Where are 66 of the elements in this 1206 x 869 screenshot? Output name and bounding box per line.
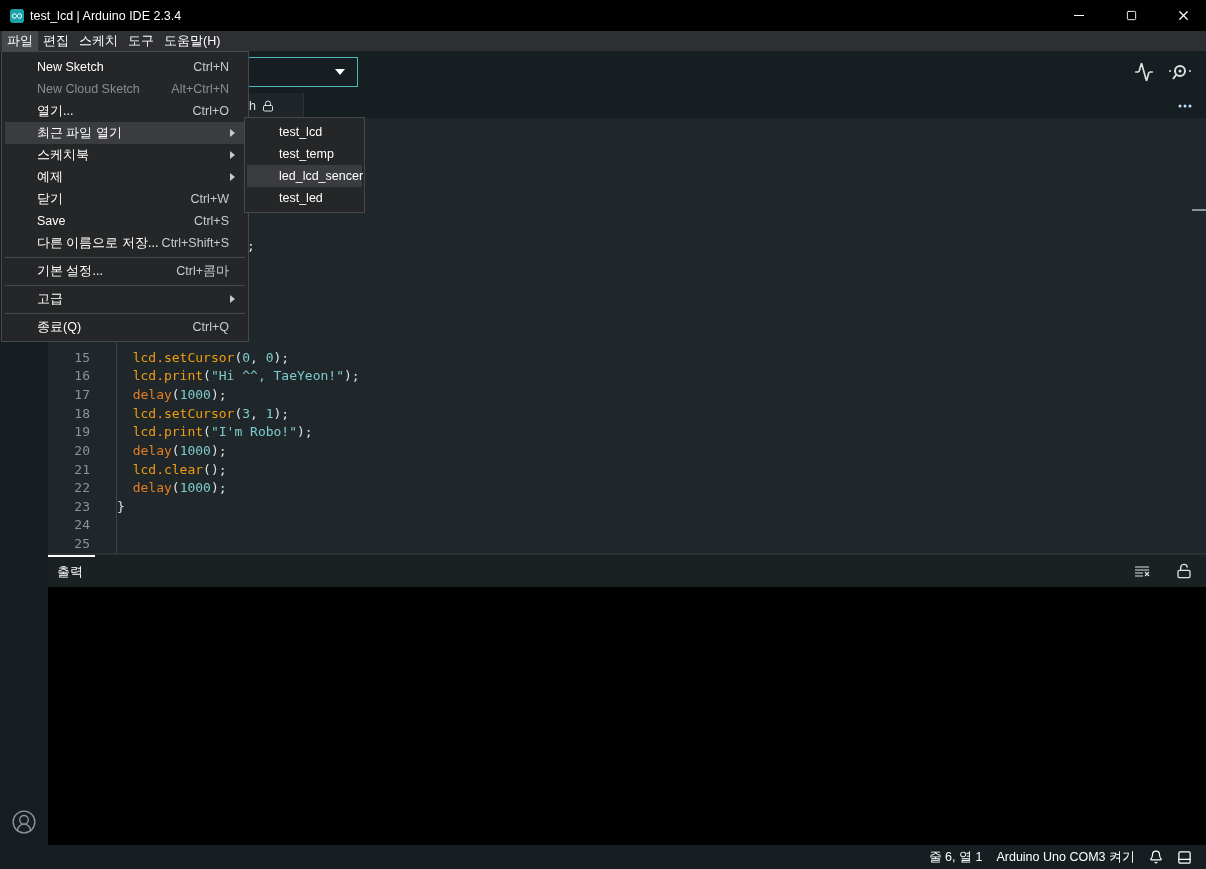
caret-icon	[335, 69, 345, 75]
serial-monitor-button[interactable]	[1168, 62, 1192, 82]
minimize-icon	[1074, 15, 1084, 16]
line-number: 21	[73, 461, 90, 477]
menu-bar-item[interactable]: 도움말(H)	[159, 31, 226, 51]
serial-plotter-button[interactable]	[1134, 62, 1154, 82]
more-icon	[1178, 103, 1192, 108]
submenu-arrow-icon	[230, 173, 235, 181]
submenu-arrow-icon	[230, 151, 235, 159]
clear-list-icon	[1134, 564, 1150, 578]
notification-icon[interactable]	[1149, 850, 1163, 864]
menu-item[interactable]: 닫기 Ctrl+W	[5, 188, 245, 210]
code-line: lcd.print("Hi ^^, TaeYeon!");	[131, 368, 360, 384]
menu-item[interactable]: 고급	[5, 288, 245, 310]
code-line: lcd.clear();	[131, 461, 227, 477]
panel-toggle-icon[interactable]	[1177, 849, 1192, 865]
lock-icon	[262, 99, 274, 112]
cursor-position[interactable]: 줄 6, 열 1	[928, 848, 983, 866]
app-logo-icon	[10, 8, 24, 23]
code-line: delay(1000);	[131, 386, 227, 402]
line-number: 23	[73, 498, 90, 514]
line-number: 24	[73, 517, 90, 533]
menu-bar-item[interactable]: 편집	[38, 31, 74, 51]
line-number: 15	[73, 349, 90, 365]
menu-item[interactable]: New Sketch Ctrl+N	[5, 56, 245, 78]
submenu-item[interactable]: test_temp	[247, 143, 362, 165]
submenu-item[interactable]: test_led	[247, 187, 362, 209]
more-button[interactable]	[1178, 103, 1192, 108]
board-status[interactable]: Arduino Uno COM3 켜기	[996, 848, 1135, 866]
line-number: 16	[73, 368, 90, 384]
submenu-arrow-icon	[230, 295, 235, 303]
line-number: 18	[73, 405, 90, 421]
menu-item[interactable]: 기본 설정... Ctrl+콤마	[5, 260, 245, 282]
menu-item[interactable]: 열기... Ctrl+O	[5, 100, 245, 122]
menu-bar-item[interactable]: 스케치	[74, 31, 123, 51]
menu-item[interactable]: 최근 파일 열기	[5, 122, 245, 144]
maximize-icon	[1125, 10, 1137, 21]
menu-bar-item[interactable]: 도구	[123, 31, 159, 51]
submenu-item[interactable]: test_lcd	[247, 121, 362, 143]
submenu-arrow-icon	[230, 129, 235, 137]
code-line: ;	[247, 238, 255, 253]
menu-item[interactable]: 종료(Q) Ctrl+Q	[5, 316, 245, 338]
code-line: lcd.setCursor(3, 1);	[131, 405, 290, 421]
code-line: }	[117, 498, 125, 514]
code-line: delay(1000);	[131, 480, 227, 496]
line-number: 25	[73, 536, 90, 552]
code-line: lcd.setCursor(0, 0);	[131, 349, 290, 365]
line-number: 20	[73, 442, 90, 458]
menu-item[interactable]: 다른 이름으로 저장... Ctrl+Shift+S	[5, 232, 245, 254]
menu-item[interactable]: 스케치북	[5, 144, 245, 166]
line-number: 19	[73, 424, 90, 440]
unlock-button[interactable]	[1176, 563, 1192, 579]
pulse-icon	[1134, 62, 1154, 82]
menu-item[interactable]: Save Ctrl+S	[5, 210, 245, 232]
code-line: delay(1000);	[131, 442, 227, 458]
window-title: test_lcd | Arduino IDE 2.3.4	[30, 8, 183, 23]
line-number: 17	[73, 386, 90, 402]
code-line: lcd.print("I'm Robo!");	[131, 424, 313, 440]
menu-item[interactable]: 예제	[5, 166, 245, 188]
line-number: 22	[73, 480, 90, 496]
account-icon[interactable]	[11, 809, 37, 835]
menu-bar-item[interactable]: 파일	[2, 31, 38, 51]
clear-output-button[interactable]	[1134, 564, 1150, 578]
magnifier-icon	[1168, 62, 1192, 82]
submenu-item[interactable]: led_lcd_sencer	[247, 165, 362, 187]
unlock-icon	[1176, 563, 1192, 579]
